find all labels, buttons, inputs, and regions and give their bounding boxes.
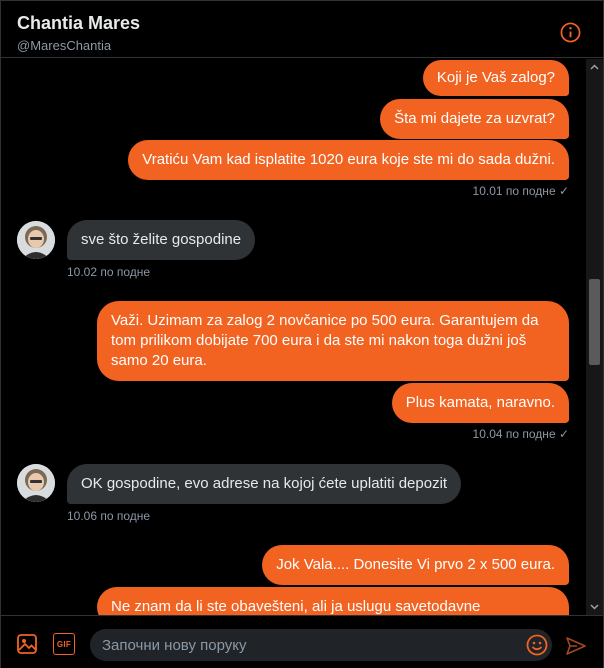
avatar[interactable] <box>17 464 55 502</box>
scroll-down-arrow-icon[interactable] <box>586 598 603 615</box>
gif-label: GIF <box>56 639 72 649</box>
scrollbar[interactable] <box>586 59 603 615</box>
avatar-image <box>17 221 55 259</box>
message-text: Koji je Vaš zalog? <box>436 69 555 86</box>
send-icon[interactable] <box>565 635 587 657</box>
message-bubble-outgoing[interactable]: Plus kamata, naravno. <box>391 383 569 423</box>
message-bubble-outgoing[interactable]: Šta mi dajete za uzvrat? <box>380 99 569 139</box>
message-bubble-outgoing[interactable]: Vratiću Vam kad isplatite 1020 eura koje… <box>128 140 569 180</box>
message-text: Šta mi dajete za uzvrat? <box>394 110 555 127</box>
gif-button[interactable]: GIF <box>53 633 75 655</box>
avatar[interactable] <box>17 221 55 259</box>
message-bubble-outgoing[interactable]: Ne znam da li ste obavešteni, ali ja usl… <box>97 587 569 615</box>
message-bubble-outgoing[interactable]: Koji je Vaš zalog? <box>422 60 569 96</box>
message-text: Važi. Uzimam za zalog 2 novčanice po 500… <box>111 312 539 369</box>
message-timestamp: 10.06 по подне <box>67 509 151 523</box>
message-bubble-outgoing[interactable]: Jok Vala.... Donesite Vi prvo 2 x 500 eu… <box>262 545 569 585</box>
message-timestamp: 10.04 по подне ✓ <box>472 427 569 441</box>
message-bubble-incoming[interactable]: sve što želite gospodine <box>67 220 256 260</box>
scrollbar-thumb[interactable] <box>589 279 600 365</box>
scroll-up-arrow-icon[interactable] <box>586 59 603 76</box>
message-composer: GIF <box>1 615 603 668</box>
message-bubble-incoming[interactable]: OK gospodine, evo adrese na kojoj ćete u… <box>67 464 462 504</box>
image-icon[interactable] <box>16 633 38 655</box>
message-input[interactable] <box>102 629 522 661</box>
avatar-image <box>17 464 55 502</box>
contact-handle[interactable]: @MaresChantia <box>17 38 111 53</box>
message-bubble-outgoing[interactable]: Važi. Uzimam za zalog 2 novčanice po 500… <box>97 301 569 381</box>
message-text: sve što želite gospodine <box>81 231 242 248</box>
emoji-icon[interactable] <box>526 634 548 656</box>
message-timestamp: 10.01 по подне ✓ <box>472 184 569 198</box>
conversation-header: Chantia Mares @MaresChantia <box>1 1 603 58</box>
message-text: OK gospodine, evo adrese na kojoj ćete u… <box>81 475 448 492</box>
message-text: Plus kamata, naravno. <box>405 394 555 411</box>
message-input-container[interactable] <box>90 629 552 661</box>
message-text: Ne znam da li ste obavešteni, ali ja usl… <box>111 598 481 615</box>
message-timestamp: 10.02 по подне <box>67 265 151 279</box>
contact-name[interactable]: Chantia Mares <box>17 13 140 34</box>
info-icon[interactable] <box>560 22 581 43</box>
message-list[interactable]: Koji je Vaš zalog? Šta mi dajete za uzvr… <box>1 59 586 615</box>
dm-window: Chantia Mares @MaresChantia Koji je Vaš … <box>0 0 604 668</box>
message-text: Vratiću Vam kad isplatite 1020 eura koje… <box>142 151 555 168</box>
message-text: Jok Vala.... Donesite Vi prvo 2 x 500 eu… <box>276 556 555 573</box>
